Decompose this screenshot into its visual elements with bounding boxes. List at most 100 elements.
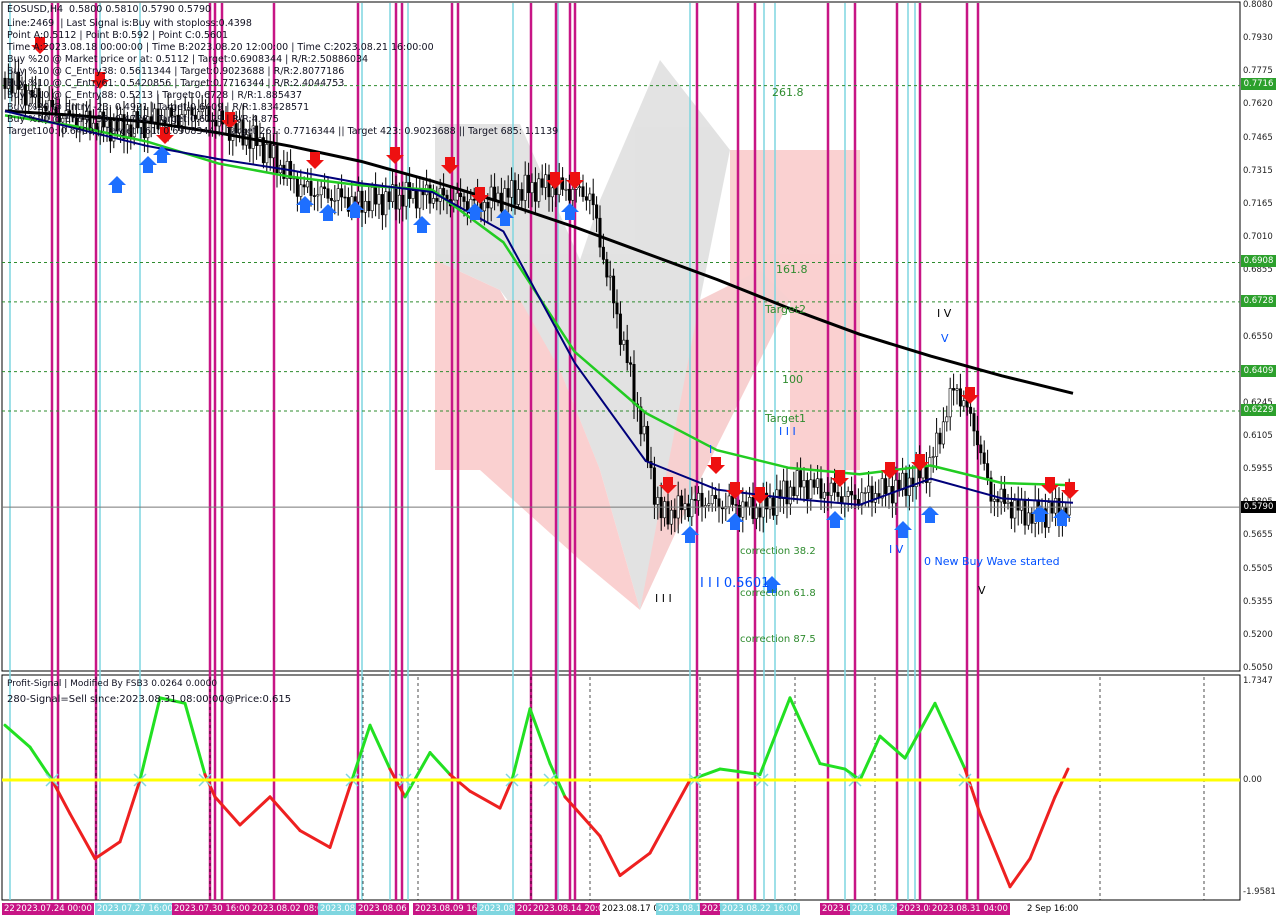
price-tick-label: 0.7465 bbox=[1243, 132, 1273, 143]
candle-body bbox=[564, 188, 568, 191]
candle-body bbox=[758, 507, 762, 518]
candle-body bbox=[329, 198, 333, 201]
candle-body bbox=[785, 480, 789, 505]
candle-body bbox=[673, 509, 677, 519]
level-label-100: 100 bbox=[782, 373, 803, 386]
candle-body bbox=[642, 425, 646, 435]
price-tick-label: 0.7620 bbox=[1243, 99, 1273, 110]
candle-body bbox=[510, 180, 514, 198]
candle-body bbox=[853, 494, 857, 500]
info-line-5: Buy %10 @ C_Entry38: 0.5611344 | Target:… bbox=[7, 66, 345, 77]
candle-body bbox=[901, 472, 905, 490]
time-tick-label: 2023.08.06 bbox=[356, 903, 409, 915]
candle-body bbox=[544, 174, 548, 188]
price-tick-label: 0.5355 bbox=[1243, 596, 1273, 607]
wave-label-iii-mid: I I I bbox=[779, 425, 796, 438]
candle-body bbox=[680, 495, 684, 511]
candle-body bbox=[265, 144, 269, 164]
level-label-261: 261.8 bbox=[772, 86, 804, 99]
candle-body bbox=[380, 194, 384, 216]
candle-body bbox=[459, 192, 463, 198]
symbol-line: EOSUSD,H4 0.5800 0.5810 0.5790 0.5790 bbox=[7, 4, 212, 15]
candle-body bbox=[414, 190, 418, 209]
candle-body bbox=[408, 182, 412, 199]
candle-body bbox=[272, 145, 276, 159]
tag-6908: 0.6908 bbox=[1241, 255, 1276, 267]
candle-body bbox=[890, 485, 894, 504]
candle-body bbox=[938, 432, 942, 445]
candle-body bbox=[955, 388, 959, 391]
candle-body bbox=[547, 174, 551, 198]
correction-38: correction 38.2 bbox=[740, 546, 816, 557]
info-line-10: Target100: 0.6409 || Target 161: 0.69083… bbox=[7, 126, 559, 137]
candle-body bbox=[268, 144, 272, 159]
candle-body bbox=[615, 302, 619, 315]
tag-7716: 0.7716 bbox=[1241, 78, 1276, 90]
candle-body bbox=[595, 204, 599, 219]
info-line-6: Buy %10 @ C_Entry61: 0.5420856 | Target:… bbox=[7, 78, 345, 89]
candle-body bbox=[319, 186, 323, 196]
price-tick-label: 0.8080 bbox=[1243, 0, 1273, 10]
price-tick-label: 0.5955 bbox=[1243, 464, 1273, 475]
candle-body bbox=[540, 178, 544, 188]
candle-body bbox=[435, 198, 439, 202]
candle-body bbox=[1009, 501, 1013, 519]
candle-body bbox=[962, 400, 966, 407]
price-tick-label: 0.5505 bbox=[1243, 563, 1273, 574]
candle-body bbox=[822, 491, 826, 499]
candle-body bbox=[333, 199, 337, 202]
candle-body bbox=[533, 182, 537, 202]
candle-body bbox=[982, 452, 986, 464]
candle-body bbox=[714, 495, 718, 500]
candle-body bbox=[472, 198, 476, 201]
candle-body bbox=[1023, 499, 1027, 526]
time-tick-label: 2023.08.24 bbox=[850, 903, 903, 915]
price-tick-label: 0.5200 bbox=[1243, 629, 1273, 640]
candle-body bbox=[812, 479, 816, 488]
candle-body bbox=[792, 486, 796, 496]
osc-axis-bottom: -1.9581 bbox=[1243, 887, 1276, 897]
wave-label-v-low: V bbox=[978, 584, 986, 597]
candle-body bbox=[520, 189, 524, 201]
candle-body bbox=[799, 470, 803, 488]
candle-body bbox=[690, 499, 694, 518]
level-label-target2: Target2 bbox=[765, 303, 807, 316]
candle-body bbox=[754, 507, 758, 519]
candle-body bbox=[979, 444, 983, 454]
level-label-161: 161.8 bbox=[776, 263, 808, 276]
candle-body bbox=[788, 486, 792, 505]
candle-body bbox=[309, 181, 313, 196]
candle-body bbox=[530, 182, 534, 194]
candle-body bbox=[826, 491, 830, 496]
candle-body bbox=[442, 188, 446, 196]
candle-body bbox=[374, 187, 378, 205]
candle-body bbox=[897, 479, 901, 490]
candle-body bbox=[428, 184, 432, 204]
candle-body bbox=[843, 496, 847, 504]
candle-body bbox=[503, 188, 507, 212]
time-tick-label: 2023.08.22 16:00 bbox=[720, 903, 800, 915]
candle-body bbox=[1047, 502, 1051, 528]
chart-canvas bbox=[0, 0, 1280, 920]
candle-body bbox=[710, 495, 714, 505]
price-tick-label: 0.6550 bbox=[1243, 331, 1273, 342]
candle-body bbox=[527, 174, 531, 194]
time-tick-label: 2023.08.14 20:00 bbox=[531, 903, 611, 915]
candle-body bbox=[302, 184, 306, 188]
price-tick-label: 0.5050 bbox=[1243, 663, 1273, 673]
candle-body bbox=[567, 188, 571, 201]
candle-body bbox=[482, 202, 486, 212]
candle-body bbox=[1026, 512, 1030, 526]
candle-body bbox=[455, 192, 459, 201]
candle-body bbox=[986, 463, 990, 479]
tag-6229: 0.6229 bbox=[1241, 404, 1276, 416]
candle-body bbox=[948, 388, 952, 418]
candle-body bbox=[3, 77, 7, 89]
candle-body bbox=[608, 275, 612, 278]
candle-body bbox=[686, 503, 690, 518]
price-tick-label: 0.5655 bbox=[1243, 530, 1273, 541]
candle-body bbox=[666, 501, 670, 525]
indicator-title: Profit-Signal | Modified By FSB3 0.0264 … bbox=[7, 679, 218, 689]
candle-body bbox=[523, 174, 527, 201]
candle-body bbox=[816, 478, 820, 488]
